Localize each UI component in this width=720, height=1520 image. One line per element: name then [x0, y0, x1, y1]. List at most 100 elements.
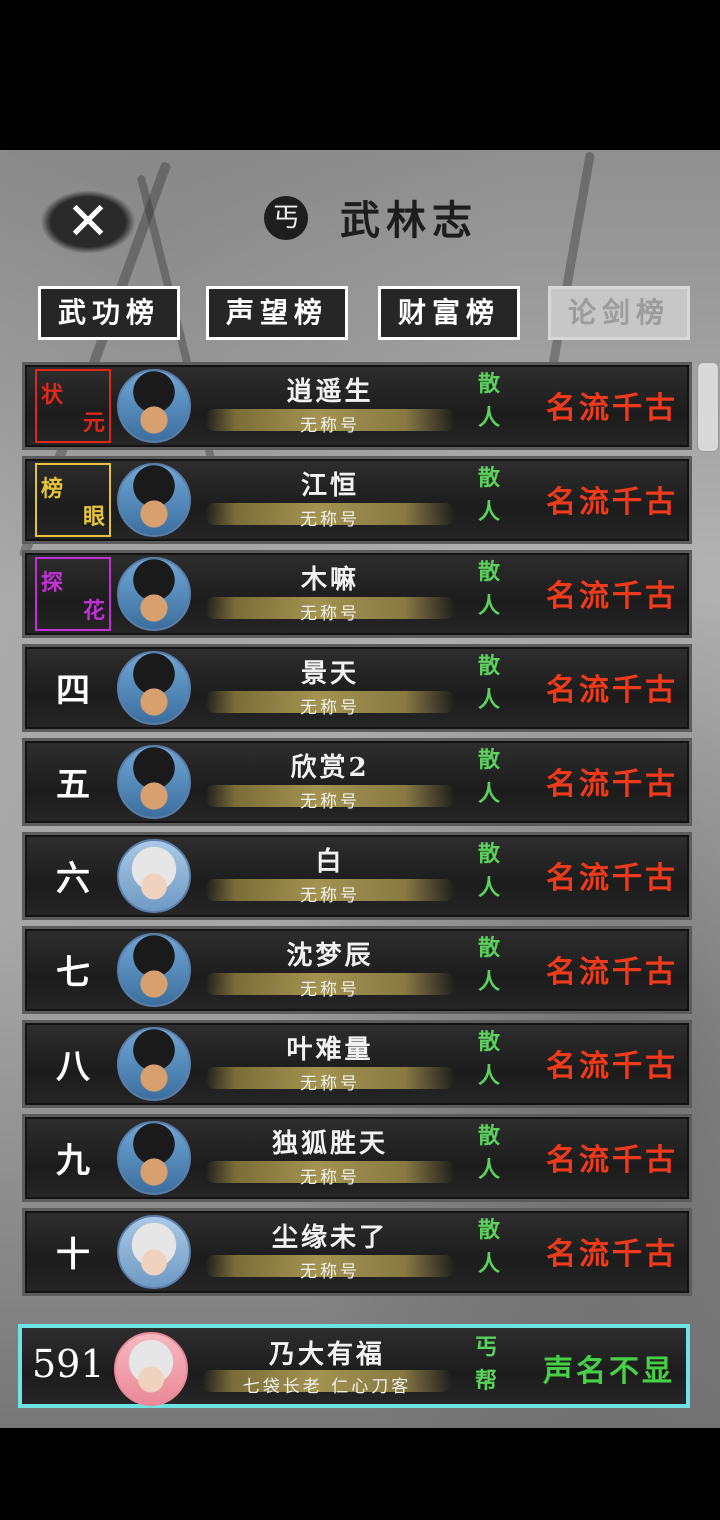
self-faction-char: 丐	[474, 1334, 497, 1360]
player-name: 欣赏2	[290, 753, 370, 783]
rank-badge-char: 眼	[82, 504, 105, 530]
fame-status: 名流千古	[546, 955, 678, 990]
player-title: 无称号	[300, 1168, 360, 1188]
rank-badge-char: 探	[41, 570, 64, 596]
leaderboard-panel: ✕ 丐 武林志 武功榜 声望榜 财富榜 论剑榜 状 元 逍遥生 无称号 散 人 …	[0, 150, 720, 1428]
ranking-row[interactable]: 十 尘缘未了 无称号 散 人 名流千古	[22, 1208, 692, 1296]
self-avatar	[114, 1332, 188, 1406]
ranking-row[interactable]: 榜 眼 江恒 无称号 散 人 名流千古	[22, 456, 692, 544]
player-avatar[interactable]	[117, 1121, 191, 1195]
player-name: 景天	[300, 659, 359, 689]
faction-char: 散	[477, 747, 500, 773]
player-faction: 散 人	[473, 743, 505, 811]
fame-status: 名流千古	[546, 391, 678, 426]
ranking-row[interactable]: 五 欣赏2 无称号 散 人 名流千古	[22, 738, 692, 826]
beggar-sect-emblem-icon: 丐	[264, 196, 308, 240]
faction-char: 人	[477, 687, 500, 713]
player-avatar[interactable]	[117, 933, 191, 1007]
player-faction: 散 人	[473, 1213, 505, 1281]
ranking-row[interactable]: 四 景天 无称号 散 人 名流千古	[22, 644, 692, 732]
ranking-row[interactable]: 八 叶难量 无称号 散 人 名流千古	[22, 1020, 692, 1108]
player-avatar[interactable]	[117, 369, 191, 443]
rank-badge: 状 元	[35, 369, 111, 443]
faction-char: 人	[477, 499, 500, 525]
self-faction: 丐 帮	[470, 1330, 502, 1398]
tab-sword-debate: 论剑榜	[548, 286, 690, 340]
player-avatar[interactable]	[117, 745, 191, 819]
faction-char: 散	[477, 935, 500, 961]
player-title: 无称号	[300, 980, 360, 1000]
player-title: 无称号	[300, 886, 360, 906]
player-title: 无称号	[300, 416, 360, 436]
ranking-row[interactable]: 九 独狐胜天 无称号 散 人 名流千古	[22, 1114, 692, 1202]
fame-status: 名流千古	[546, 1143, 678, 1178]
list-scrollbar[interactable]	[697, 362, 719, 452]
faction-char: 散	[477, 371, 500, 397]
ranking-row[interactable]: 六 白 无称号 散 人 名流千古	[22, 832, 692, 920]
rank-number: 十	[56, 1235, 90, 1275]
player-name: 木嘛	[300, 565, 359, 595]
player-avatar[interactable]	[117, 1215, 191, 1289]
rank-badge-char: 榜	[41, 476, 64, 502]
faction-char: 散	[477, 1217, 500, 1243]
player-avatar[interactable]	[117, 557, 191, 631]
faction-char: 人	[477, 593, 500, 619]
rank-number: 九	[56, 1141, 90, 1181]
ranking-row[interactable]: 状 元 逍遥生 无称号 散 人 名流千古	[22, 362, 692, 450]
self-faction-char: 帮	[474, 1368, 497, 1394]
player-avatar[interactable]	[117, 651, 191, 725]
rank-badge: 榜 眼	[35, 463, 111, 537]
player-faction: 散 人	[473, 461, 505, 529]
fame-status: 名流千古	[546, 579, 678, 614]
fame-status: 名流千古	[546, 1237, 678, 1272]
page-title: 武林志	[340, 197, 478, 244]
tab-martial-arts[interactable]: 武功榜	[38, 286, 180, 340]
player-faction: 散 人	[473, 1025, 505, 1093]
player-title: 无称号	[300, 510, 360, 530]
faction-char: 人	[477, 1251, 500, 1277]
faction-char: 散	[477, 1123, 500, 1149]
tab-wealth[interactable]: 财富榜	[378, 286, 520, 340]
ranking-row[interactable]: 七 沈梦辰 无称号 散 人 名流千古	[22, 926, 692, 1014]
faction-char: 散	[477, 465, 500, 491]
player-name: 叶难量	[286, 1035, 374, 1065]
player-faction: 散 人	[473, 1119, 505, 1187]
faction-char: 散	[477, 559, 500, 585]
player-name: 沈梦辰	[286, 941, 374, 971]
player-faction: 散 人	[473, 555, 505, 623]
player-avatar[interactable]	[117, 1027, 191, 1101]
rank-number: 七	[56, 953, 90, 993]
player-title: 无称号	[300, 792, 360, 812]
self-fame-status: 声名不显	[543, 1354, 675, 1389]
self-rank-number: 591	[32, 1342, 105, 1386]
player-title: 无称号	[300, 1262, 360, 1282]
rank-badge-char: 状	[41, 382, 64, 408]
faction-char: 人	[477, 405, 500, 431]
player-name: 白	[315, 847, 345, 877]
faction-char: 人	[477, 781, 500, 807]
tab-reputation[interactable]: 声望榜	[206, 286, 348, 340]
close-button[interactable]: ✕	[40, 190, 136, 254]
faction-char: 散	[477, 1029, 500, 1055]
self-ranking-row[interactable]: 591 乃大有福 七袋长老 仁心刀客 丐 帮 声名不显	[18, 1324, 690, 1408]
fame-status: 名流千古	[546, 673, 678, 708]
player-avatar[interactable]	[117, 839, 191, 913]
player-title: 无称号	[300, 1074, 360, 1094]
faction-char: 散	[477, 841, 500, 867]
player-name: 尘缘未了	[271, 1223, 388, 1253]
fame-status: 名流千古	[546, 485, 678, 520]
rank-badge-char: 花	[82, 598, 105, 624]
fame-status: 名流千古	[546, 861, 678, 896]
rank-badge: 探 花	[35, 557, 111, 631]
player-faction: 散 人	[473, 931, 505, 999]
ranking-row[interactable]: 探 花 木嘛 无称号 散 人 名流千古	[22, 550, 692, 638]
ranking-list[interactable]: 状 元 逍遥生 无称号 散 人 名流千古 榜 眼 江恒 无称号 散 人 名流千古…	[14, 362, 708, 1302]
fame-status: 名流千古	[546, 767, 678, 802]
player-avatar[interactable]	[117, 463, 191, 537]
rank-number: 六	[56, 859, 90, 899]
player-title: 无称号	[300, 698, 360, 718]
player-name: 独狐胜天	[271, 1129, 388, 1159]
player-faction: 散 人	[473, 367, 505, 435]
fame-status: 名流千古	[546, 1049, 678, 1084]
player-faction: 散 人	[473, 649, 505, 717]
